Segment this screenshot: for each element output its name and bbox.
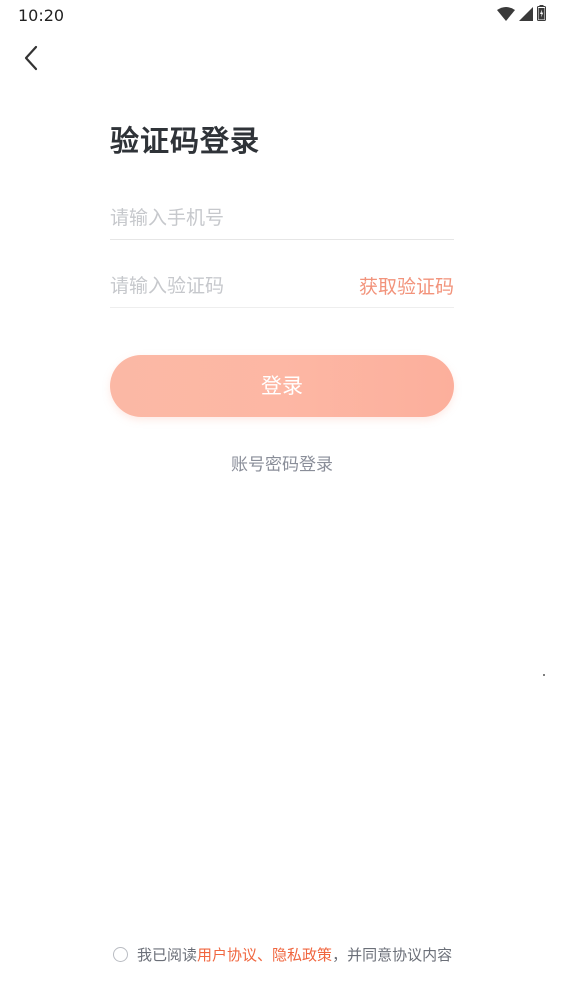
phone-field-row: [110, 196, 454, 240]
verification-code-input[interactable]: [110, 267, 359, 304]
screen-artifact-dot: [543, 674, 545, 676]
signal-icon: [519, 6, 533, 25]
user-agreement-link[interactable]: 用户协议: [197, 944, 257, 965]
login-screen: 10:20 验证码登录 请输入手机号 请输入验证码 获取验证码 登录 账号密码登…: [0, 0, 564, 1004]
password-login-link[interactable]: 账号密码登录: [0, 450, 564, 475]
agreement-row: 我已阅读 用户协议 、 隐私政策 ，并同意协议内容: [113, 944, 452, 965]
status-time: 10:20: [18, 6, 65, 25]
agreement-checkbox[interactable]: [113, 947, 128, 962]
status-bar: 10:20: [0, 0, 564, 32]
status-icons: [497, 5, 546, 25]
code-field-row: 获取验证码: [110, 264, 454, 308]
phone-input[interactable]: [110, 199, 454, 236]
get-code-button[interactable]: 获取验证码: [359, 272, 454, 299]
privacy-policy-link[interactable]: 隐私政策: [272, 944, 332, 965]
page-title: 验证码登录: [110, 124, 261, 158]
back-button[interactable]: [14, 42, 48, 78]
agreement-separator: 、: [257, 946, 273, 964]
login-button[interactable]: 登录: [110, 355, 454, 417]
chevron-left-icon: [23, 45, 39, 75]
agreement-prefix: 我已阅读: [137, 946, 198, 964]
agreement-suffix: ，并同意协议内容: [332, 946, 453, 964]
battery-icon: [537, 5, 546, 25]
wifi-icon: [497, 6, 515, 25]
